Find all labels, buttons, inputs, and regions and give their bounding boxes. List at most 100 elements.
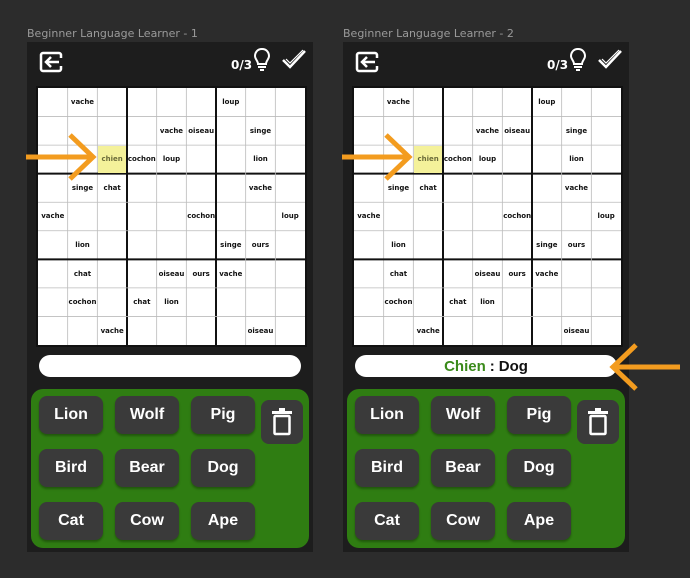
board-cell[interactable] [128,89,156,116]
board-cell[interactable] [217,175,245,202]
board-cell[interactable] [474,203,502,230]
board-cell[interactable]: vache [98,317,126,344]
board-cell[interactable] [158,232,186,259]
board-cell[interactable] [503,175,531,202]
board-cell[interactable] [98,289,126,316]
board-cell[interactable]: lion [247,146,275,173]
board-cell[interactable]: cochon [128,146,156,173]
board-cell[interactable]: loup [217,89,245,116]
board-cell[interactable] [503,146,531,173]
board-cell[interactable] [128,203,156,230]
board-cell[interactable]: vache [247,175,275,202]
board-cell[interactable] [592,289,620,316]
word-key-bear[interactable]: Bear [431,449,495,487]
board-cell[interactable] [414,232,442,259]
board-cell[interactable]: oiseau [158,260,186,287]
board-cell[interactable]: cochon [385,289,413,316]
board-cell[interactable]: vache [158,118,186,145]
board-cell[interactable] [276,317,304,344]
board-cell[interactable] [128,317,156,344]
board-cell[interactable] [414,203,442,230]
board-cell[interactable] [592,146,620,173]
board-cell[interactable] [217,317,245,344]
check-icon[interactable] [281,48,307,70]
board-cell[interactable] [187,232,215,259]
exit-icon[interactable] [39,51,63,73]
word-key-pig[interactable]: Pig [507,396,571,434]
board-cell[interactable] [474,89,502,116]
board-cell[interactable] [187,146,215,173]
board-cell[interactable]: ours [247,232,275,259]
board-cell[interactable] [69,203,97,230]
board-cell[interactable]: loup [592,203,620,230]
exit-icon[interactable] [355,51,379,73]
board-cell[interactable] [276,232,304,259]
word-key-ape[interactable]: Ape [507,502,571,540]
board-cell[interactable] [563,260,591,287]
board-cell[interactable]: oiseau [187,118,215,145]
word-key-cat[interactable]: Cat [39,502,103,540]
word-key-wolf[interactable]: Wolf [431,396,495,434]
board-cell[interactable]: vache [69,89,97,116]
board-cell[interactable] [276,175,304,202]
board-cell[interactable]: chien [414,146,442,173]
board-cell[interactable] [592,175,620,202]
board-cell[interactable] [247,89,275,116]
board-cell[interactable]: oiseau [503,118,531,145]
board-cell[interactable] [128,118,156,145]
board-cell[interactable] [444,118,472,145]
board-cell[interactable] [39,232,67,259]
board-cell[interactable]: vache [533,260,561,287]
board-cell[interactable] [414,89,442,116]
board-cell[interactable] [563,289,591,316]
board-cell[interactable]: chat [414,175,442,202]
board-cell[interactable] [444,89,472,116]
board-cell[interactable] [247,203,275,230]
board-cell[interactable] [474,232,502,259]
board-cell[interactable] [592,260,620,287]
board-cell[interactable] [355,260,383,287]
board-cell[interactable] [158,175,186,202]
word-key-dog[interactable]: Dog [507,449,571,487]
board-cell[interactable] [533,203,561,230]
board-cell[interactable]: ours [563,232,591,259]
board-cell[interactable]: lion [474,289,502,316]
board-cell[interactable] [444,203,472,230]
board-cell[interactable]: ours [503,260,531,287]
board-cell[interactable] [503,232,531,259]
board-cell[interactable]: chat [385,260,413,287]
board-cell[interactable] [355,232,383,259]
word-key-bear[interactable]: Bear [115,449,179,487]
board-cell[interactable] [128,232,156,259]
board-cell[interactable] [276,260,304,287]
board-cell[interactable]: chat [444,289,472,316]
board-cell[interactable]: lion [385,232,413,259]
board-cell[interactable] [158,317,186,344]
board-cell[interactable] [217,289,245,316]
delete-button[interactable] [577,400,619,444]
check-icon[interactable] [597,48,623,70]
board-cell[interactable] [187,317,215,344]
board-cell[interactable] [98,89,126,116]
board-cell[interactable] [444,232,472,259]
board-cell[interactable] [592,89,620,116]
board-cell[interactable] [533,317,561,344]
lightbulb-icon[interactable] [253,47,271,71]
board-cell[interactable] [276,146,304,173]
board-cell[interactable]: oiseau [563,317,591,344]
board-cell[interactable] [39,317,67,344]
board-cell[interactable] [414,118,442,145]
word-key-wolf[interactable]: Wolf [115,396,179,434]
word-key-cow[interactable]: Cow [115,502,179,540]
board-cell[interactable] [247,289,275,316]
board-cell[interactable]: lion [563,146,591,173]
board-cell[interactable]: loup [474,146,502,173]
board-cell[interactable] [592,317,620,344]
board-cell[interactable]: chat [69,260,97,287]
board-cell[interactable]: chien [98,146,126,173]
word-key-pig[interactable]: Pig [191,396,255,434]
word-key-lion[interactable]: Lion [39,396,103,434]
board-cell[interactable]: loup [533,89,561,116]
board-cell[interactable]: chat [98,175,126,202]
board-cell[interactable]: lion [158,289,186,316]
